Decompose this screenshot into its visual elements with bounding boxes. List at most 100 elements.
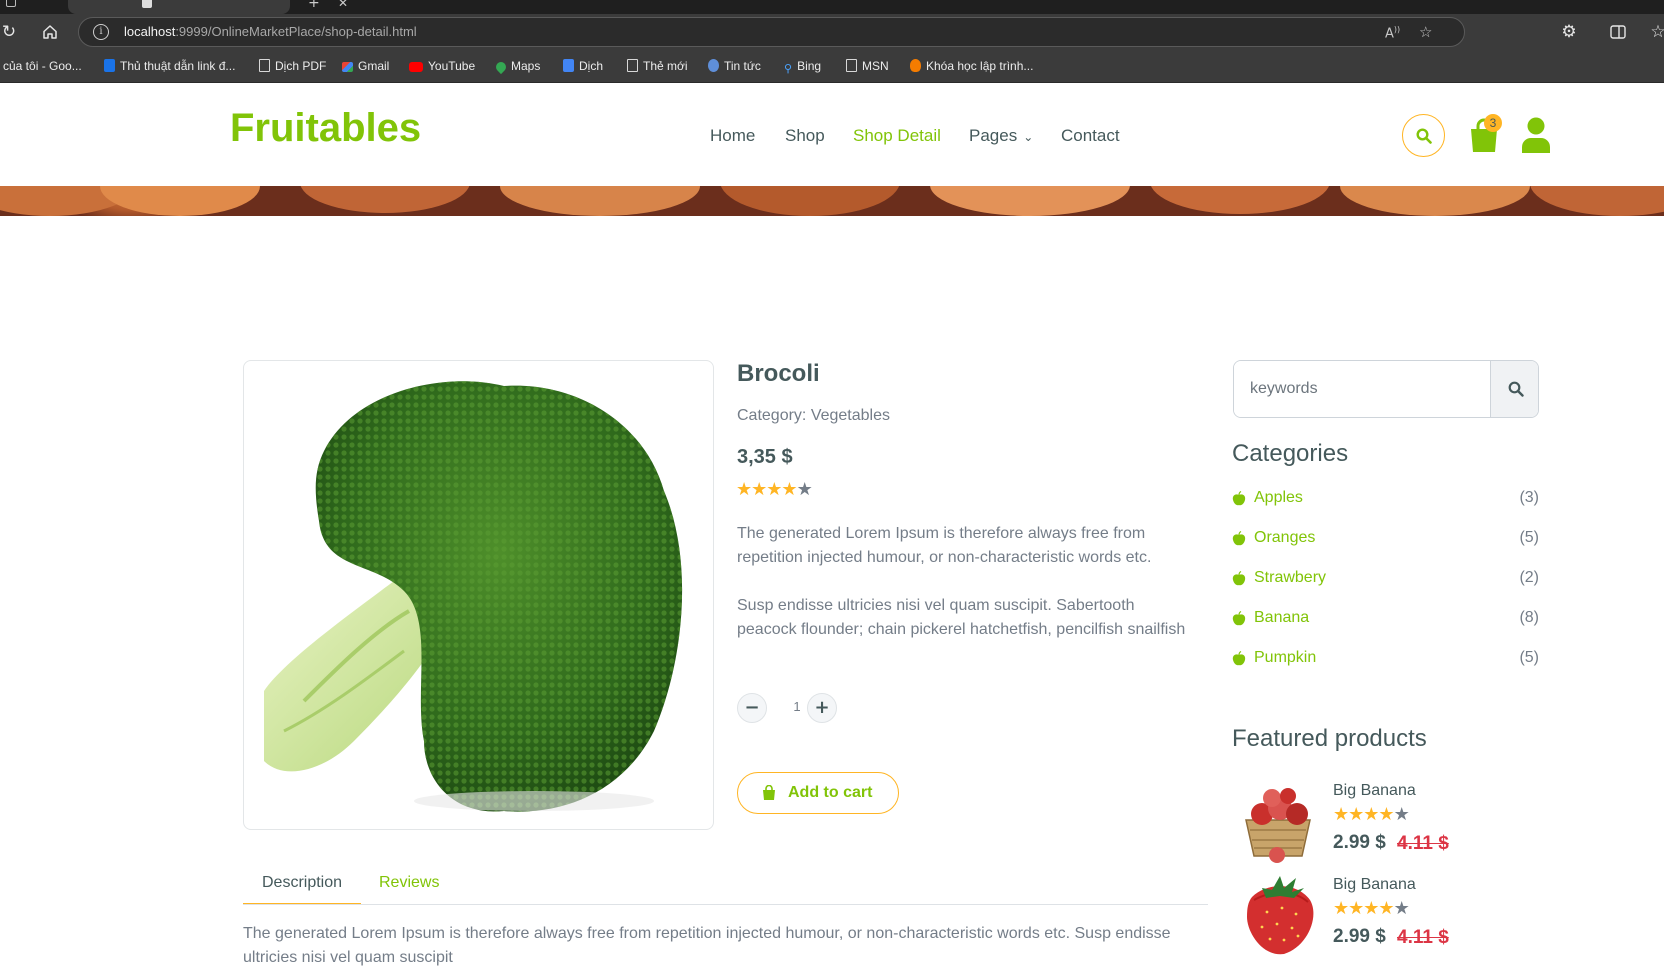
news-icon — [708, 59, 719, 72]
category-item-banana[interactable]: Banana (8) — [1232, 607, 1539, 631]
search-icon: ⚲ — [784, 63, 793, 75]
header-search-button[interactable] — [1402, 114, 1445, 157]
blue-flag-icon — [104, 59, 115, 72]
document-icon — [846, 59, 857, 72]
address-bar[interactable]: i localhost:9999/OnlineMarketPlace/shop-… — [78, 17, 1465, 47]
featured-product-image[interactable] — [1232, 778, 1327, 864]
featured-products-heading: Featured products — [1232, 725, 1427, 752]
tab-favicon-icon — [142, 0, 152, 8]
document-icon — [627, 59, 638, 72]
featured-product-image[interactable] — [1232, 872, 1327, 958]
nav-shop[interactable]: Shop — [785, 126, 825, 146]
star-empty-icon: ★ — [796, 479, 813, 500]
featured-product-name[interactable]: Big Banana — [1333, 876, 1416, 894]
star-filled-icon: ★ — [781, 479, 797, 500]
read-aloud-icon[interactable]: A)) — [1385, 25, 1400, 41]
quantity-minus-button[interactable]: − — [737, 693, 767, 723]
user-icon[interactable] — [1520, 116, 1552, 154]
search-icon — [1415, 128, 1432, 144]
star-filled-icon: ★ — [1378, 898, 1394, 919]
product-rating: ★★★★★ — [736, 479, 813, 500]
bookmark-item[interactable]: Khóa học lập trình... — [910, 59, 1033, 73]
apple-basket-image — [1245, 788, 1311, 863]
featured-product-price: 2.99 $ — [1333, 832, 1386, 853]
bookmark-item[interactable]: YouTube — [409, 59, 475, 73]
bookmark-item[interactable]: Maps — [493, 59, 540, 75]
star-filled-icon: ★ — [751, 479, 767, 500]
search-button[interactable] — [1490, 361, 1538, 417]
product-description-2: Susp endisse ultricies nisi vel quam sus… — [737, 597, 1186, 638]
tab-reviews[interactable]: Reviews — [379, 874, 439, 892]
star-empty-icon: ★ — [1393, 804, 1410, 825]
tab-description[interactable]: Description — [243, 874, 361, 905]
star-filled-icon: ★ — [1348, 898, 1364, 919]
category-item-pumpkin[interactable]: Pumpkin (5) — [1232, 647, 1539, 671]
bookmark-item[interactable]: của tôi - Goo... — [3, 59, 82, 73]
favorites-icon[interactable]: ☆ — [1645, 19, 1664, 45]
apple-icon — [1232, 491, 1246, 506]
tab-close-icon[interactable]: ✕ — [338, 0, 348, 10]
product-title: Brocoli — [737, 360, 820, 387]
bookmark-item[interactable]: Thủ thuật dẫn link đ... — [104, 59, 235, 73]
cart-count-badge: 3 — [1484, 114, 1502, 132]
home-icon[interactable] — [37, 19, 63, 45]
category-item-oranges[interactable]: Oranges (5) — [1232, 527, 1539, 551]
tab-actions-icon[interactable] — [6, 0, 16, 7]
strawberry-image — [1247, 876, 1314, 955]
featured-product-price: 2.99 $ — [1333, 926, 1386, 947]
extensions-icon[interactable]: ⚙ — [1556, 19, 1582, 45]
nav-shop-detail[interactable]: Shop Detail — [853, 126, 941, 146]
bookmark-item[interactable]: MSN — [846, 59, 889, 73]
quantity-plus-button[interactable]: + — [807, 693, 837, 723]
flame-icon — [910, 59, 921, 72]
nav-contact[interactable]: Contact — [1061, 126, 1120, 146]
product-price: 3,35 $ — [737, 446, 793, 468]
nav-pages[interactable]: Pages ⌄ — [969, 126, 1033, 146]
category-item-strawbery[interactable]: Strawbery (2) — [1232, 567, 1539, 591]
star-filled-icon: ★ — [736, 479, 752, 500]
tabs-divider — [243, 904, 1208, 905]
bookmarks-bar: của tôi - Goo... Thủ thuật dẫn link đ...… — [0, 50, 1664, 83]
youtube-icon — [409, 62, 423, 72]
split-screen-icon[interactable] — [1605, 19, 1631, 45]
bookmark-item[interactable]: Thẻ mới — [627, 59, 688, 73]
category-item-apples[interactable]: Apples (3) — [1232, 487, 1539, 511]
product-description-1: The generated Lorem Ipsum is therefore a… — [737, 525, 1152, 566]
star-filled-icon: ★ — [1363, 804, 1379, 825]
bookmark-item[interactable]: Gmail — [342, 59, 389, 73]
site-info-icon[interactable]: i — [93, 24, 109, 40]
browser-tab-strip: ✕ + — [0, 0, 1664, 14]
broccoli-image — [264, 381, 683, 812]
star-filled-icon: ★ — [766, 479, 782, 500]
browser-tab-active[interactable]: ✕ — [68, 0, 348, 14]
star-empty-icon: ★ — [1393, 898, 1410, 919]
browser-toolbar: ↻ i localhost:9999/OnlineMarketPlace/sho… — [0, 14, 1664, 50]
bookmark-item[interactable]: Tin tức — [708, 59, 761, 73]
featured-product-item[interactable]: Big Banana ★★★★★ 2.99 $ 4.11 $ — [1232, 778, 1532, 864]
brand-logo[interactable]: Fruitables — [230, 106, 421, 151]
bookmark-item[interactable]: Dịch — [563, 59, 603, 73]
featured-product-name[interactable]: Big Banana — [1333, 782, 1416, 800]
favorite-star-icon[interactable]: ☆ — [1419, 23, 1432, 41]
featured-product-rating: ★★★★★ — [1333, 804, 1410, 825]
add-to-cart-button[interactable]: Add to cart — [737, 772, 899, 814]
bookmark-item[interactable]: ⚲ Bing — [784, 59, 821, 75]
apple-icon — [1232, 531, 1246, 546]
bookmark-item[interactable]: Dịch PDF — [259, 59, 326, 73]
tab-content-description: The generated Lorem Ipsum is therefore a… — [243, 925, 1171, 966]
maps-pin-icon — [493, 59, 509, 75]
refresh-icon[interactable]: ↻ — [0, 19, 22, 45]
site-header: Fruitables Home Shop Shop Detail Pages ⌄ … — [0, 84, 1664, 186]
url-text[interactable]: localhost:9999/OnlineMarketPlace/shop-de… — [124, 24, 417, 39]
search-input[interactable] — [1234, 361, 1490, 417]
nav-home[interactable]: Home — [710, 126, 755, 146]
star-filled-icon: ★ — [1363, 898, 1379, 919]
star-filled-icon: ★ — [1378, 804, 1394, 825]
new-tab-icon[interactable]: + — [308, 0, 320, 11]
featured-product-old-price: 4.11 $ — [1397, 833, 1449, 854]
featured-product-item[interactable]: Big Banana ★★★★★ 2.99 $ 4.11 $ — [1232, 872, 1532, 958]
apple-icon — [1232, 651, 1246, 666]
chevron-down-icon: ⌄ — [1023, 130, 1034, 144]
document-icon — [259, 59, 270, 72]
product-image[interactable] — [243, 360, 714, 830]
